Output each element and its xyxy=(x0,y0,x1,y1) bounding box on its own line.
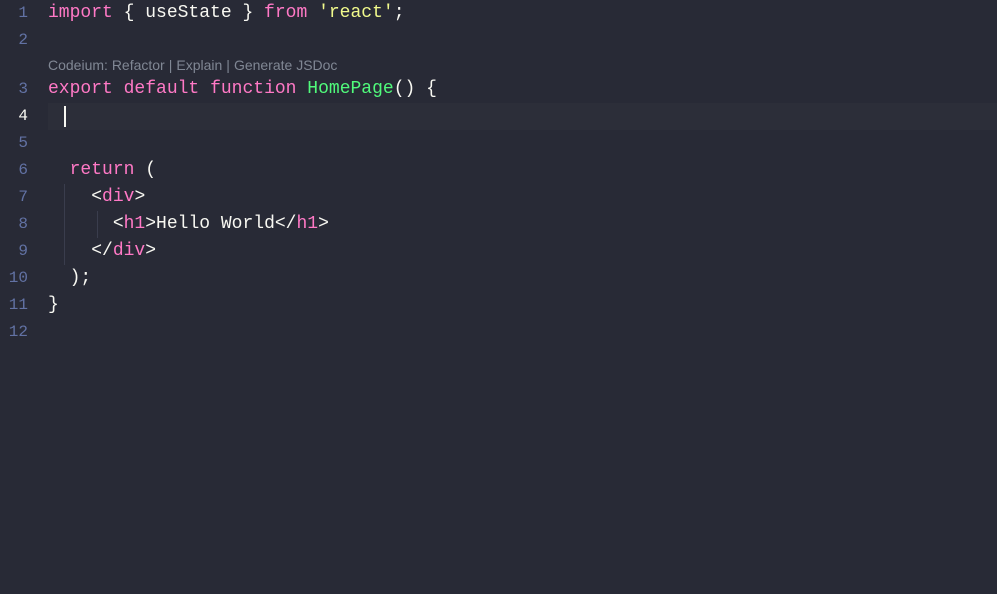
code-line-empty[interactable] xyxy=(48,130,997,157)
code-line[interactable]: <div> xyxy=(48,184,997,211)
jsx-text: Hello World xyxy=(156,214,275,234)
code-line[interactable]: </div> xyxy=(48,238,997,265)
code-line-current[interactable] xyxy=(48,103,997,130)
codelens-prefix: Codeium: xyxy=(48,57,108,73)
code-area[interactable]: import { useState } from 'react'; Codeiu… xyxy=(48,0,997,594)
code-line[interactable]: } xyxy=(48,292,997,319)
jsx-tag: div xyxy=(113,241,145,261)
line-number: 6 xyxy=(0,157,28,184)
code-line-empty[interactable] xyxy=(48,319,997,346)
tag-bracket: > xyxy=(318,214,329,234)
indent-guide xyxy=(97,211,98,238)
brace: } xyxy=(48,295,59,315)
line-number: 10 xyxy=(0,265,28,292)
space xyxy=(307,3,318,23)
indent-guide xyxy=(64,211,65,238)
string-literal: 'react' xyxy=(318,3,394,23)
codelens-generate-jsdoc[interactable]: Generate JSDoc xyxy=(234,57,338,73)
function-name: HomePage xyxy=(307,79,393,99)
tag-bracket: </ xyxy=(91,241,113,261)
line-gutter: 1 2 3 4 5 6 7 8 9 10 11 12 xyxy=(0,0,48,594)
code-line[interactable]: ); xyxy=(48,265,997,292)
code-line[interactable]: <h1>Hello World</h1> xyxy=(48,211,997,238)
tag-bracket: > xyxy=(134,187,145,207)
brace: } xyxy=(232,3,264,23)
semicolon: ; xyxy=(80,268,91,288)
indent-guide xyxy=(64,238,65,265)
keyword-function: function xyxy=(210,79,296,99)
semicolon: ; xyxy=(394,3,405,23)
codelens-separator: | xyxy=(169,57,173,73)
line-number: 2 xyxy=(0,27,28,54)
code-line[interactable]: export default function HomePage() { xyxy=(48,76,997,103)
parens: () xyxy=(394,79,416,99)
codelens-gutter-spacer xyxy=(0,54,28,76)
codelens-explain[interactable]: Explain xyxy=(176,57,222,73)
codelens-row: Codeium: Refactor|Explain|Generate JSDoc xyxy=(48,54,997,76)
codelens-separator: | xyxy=(226,57,230,73)
line-number: 7 xyxy=(0,184,28,211)
brace: { xyxy=(113,3,145,23)
cursor xyxy=(64,106,66,127)
code-line[interactable]: return ( xyxy=(48,157,997,184)
line-number: 5 xyxy=(0,130,28,157)
jsx-tag: h1 xyxy=(124,214,146,234)
tag-bracket: </ xyxy=(275,214,297,234)
tag-bracket: > xyxy=(145,214,156,234)
tag-bracket: < xyxy=(91,187,102,207)
paren: ( xyxy=(134,160,156,180)
line-number-active: 4 xyxy=(0,103,28,130)
tag-bracket: < xyxy=(113,214,124,234)
line-number: 1 xyxy=(0,0,28,27)
indent-guide xyxy=(64,184,65,211)
paren: ) xyxy=(70,268,81,288)
keyword-default: default xyxy=(124,79,200,99)
code-line-empty[interactable] xyxy=(48,27,997,54)
keyword-export: export xyxy=(48,79,113,99)
keyword-from: from xyxy=(264,3,307,23)
keyword-import: import xyxy=(48,3,113,23)
line-number: 11 xyxy=(0,292,28,319)
identifier: useState xyxy=(145,3,231,23)
tag-bracket: > xyxy=(145,241,156,261)
keyword-return: return xyxy=(70,160,135,180)
line-number: 12 xyxy=(0,319,28,346)
jsx-tag: div xyxy=(102,187,134,207)
jsx-tag: h1 xyxy=(296,214,318,234)
line-number: 9 xyxy=(0,238,28,265)
brace: { xyxy=(415,79,437,99)
code-editor[interactable]: 1 2 3 4 5 6 7 8 9 10 11 12 import { useS… xyxy=(0,0,997,594)
code-line[interactable]: import { useState } from 'react'; xyxy=(48,0,997,27)
line-number: 3 xyxy=(0,76,28,103)
codelens-refactor[interactable]: Refactor xyxy=(112,57,165,73)
line-number: 8 xyxy=(0,211,28,238)
